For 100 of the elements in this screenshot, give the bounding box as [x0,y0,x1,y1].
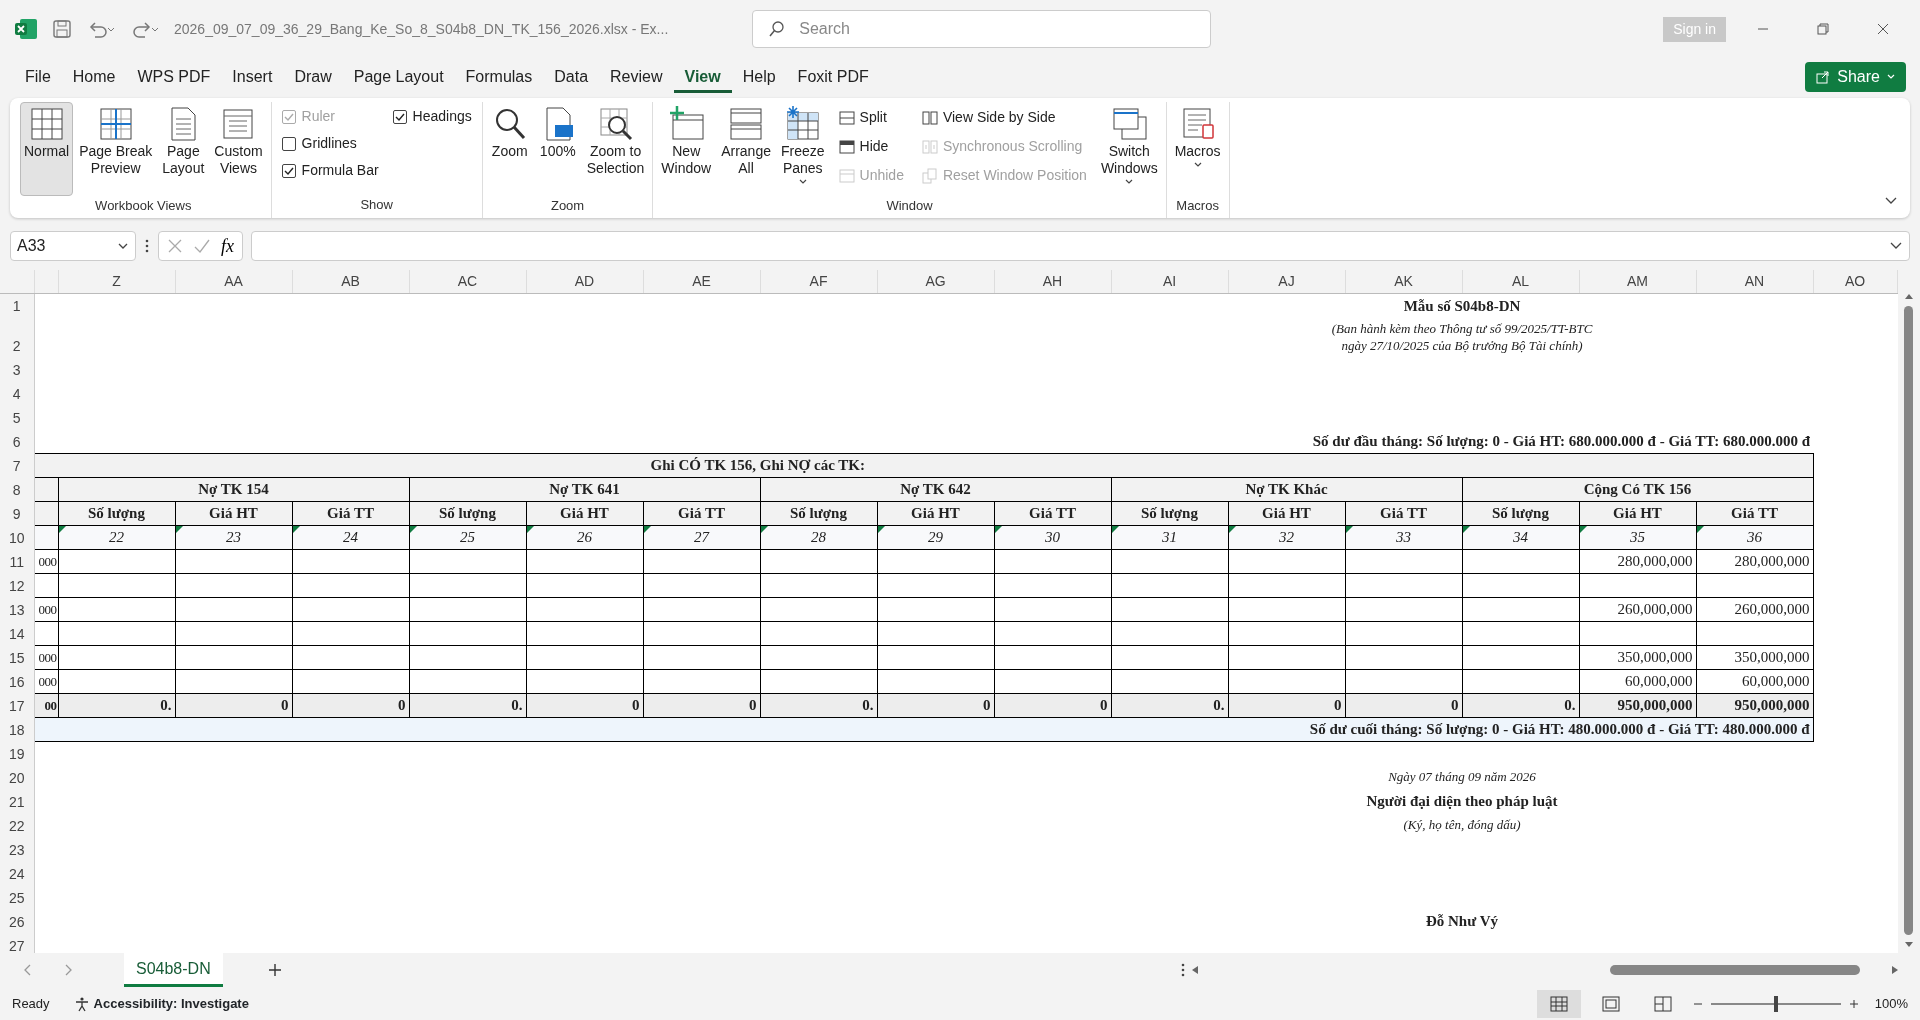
ribbon-button[interactable]: Zoom to Selection [582,102,649,196]
ribbon-button[interactable]: Custom Views [210,102,267,196]
error-indicator-icon[interactable] [1697,526,1704,533]
column-header[interactable]: AL [1462,270,1579,294]
column-header[interactable]: AJ [1228,270,1345,294]
ribbon-tab[interactable]: Data [543,61,600,93]
row-number[interactable]: 11 [0,549,34,574]
column-header[interactable]: AK [1345,270,1462,294]
ribbon-tab[interactable]: Page Layout [342,61,455,93]
scroll-down-icon[interactable] [1903,941,1914,949]
error-indicator-icon[interactable] [1112,526,1119,533]
ribbon-tab[interactable]: Home [61,61,127,93]
column-header[interactable]: AB [292,270,409,294]
row-number[interactable]: 26 [0,909,34,934]
add-sheet-icon[interactable] [266,962,283,978]
row-number[interactable]: 25 [0,885,34,910]
row-number[interactable]: 27 [0,933,34,953]
formula-field[interactable] [251,231,1910,261]
close-icon[interactable] [1875,21,1891,37]
share-button[interactable]: Share [1805,62,1906,92]
error-indicator-icon[interactable] [527,526,534,533]
row-number[interactable]: 2 [0,317,34,358]
ribbon-button[interactable]: Split [836,106,906,129]
zoom-in-icon[interactable] [1848,998,1859,1009]
scroll-right-icon[interactable] [1890,965,1900,975]
row-number[interactable]: 19 [0,741,34,766]
column-header[interactable]: AD [526,270,643,294]
error-indicator-icon[interactable] [1229,526,1236,533]
scroll-up-icon[interactable] [1903,292,1914,300]
ribbon-button[interactable]: Zoom [486,102,533,196]
ribbon-tab[interactable]: Insert [221,61,284,93]
ribbon-button[interactable]: Normal [20,102,74,196]
row-number[interactable]: 4 [0,381,34,406]
insert-function-button[interactable]: fx [221,232,234,260]
row-number[interactable]: 23 [0,837,34,862]
column-header[interactable]: AF [760,270,877,294]
ribbon-button[interactable]: 100% [534,102,581,196]
sheet-tab[interactable]: S04b8-DN [124,953,223,987]
row-number[interactable]: 5 [0,405,34,430]
scrollbar-thumb[interactable] [1610,965,1860,975]
ribbon-tab[interactable]: Draw [283,61,343,93]
row-number[interactable]: 17 [0,693,34,718]
scroll-left-icon[interactable] [1190,965,1200,975]
row-number[interactable]: 21 [0,789,34,814]
row-number[interactable]: 18 [0,717,34,742]
column-header[interactable]: Z [58,270,175,294]
scrollbar-thumb[interactable] [1904,306,1914,935]
checkbox[interactable] [281,136,296,151]
ribbon-tab[interactable]: WPS PDF [126,61,222,93]
column-header[interactable]: AA [175,270,292,294]
column-header[interactable]: AH [994,270,1111,294]
ribbon-button[interactable]: Switch Windows [1096,102,1162,196]
row-number[interactable]: 14 [0,621,34,646]
error-indicator-icon[interactable] [293,526,300,533]
row-number[interactable]: 22 [0,813,34,838]
error-indicator-icon[interactable] [995,526,1002,533]
ribbon-button[interactable]: Freeze Panes [776,102,829,196]
view-button[interactable] [1536,989,1581,1018]
ribbon-tab[interactable]: Formulas [454,61,544,93]
row-number[interactable]: 3 [0,357,34,382]
column-header[interactable]: AG [877,270,994,294]
row-number[interactable]: 16 [0,669,34,694]
row-number[interactable]: 13 [0,597,34,622]
row-number[interactable]: 1 [0,293,34,318]
more-icon[interactable] [1180,962,1186,978]
error-indicator-icon[interactable] [761,526,768,533]
error-indicator-icon[interactable] [878,526,885,533]
ribbon-button[interactable]: New Window [657,102,716,196]
error-indicator-icon[interactable] [1463,526,1470,533]
ribbon-button[interactable]: Macros [1170,102,1225,196]
ribbon-button[interactable]: View Side by Side [919,106,1089,129]
checkbox[interactable] [392,109,407,124]
more-icon[interactable] [144,238,150,254]
checkbox[interactable] [281,163,296,178]
column-header[interactable]: AI [1111,270,1228,294]
ribbon-button[interactable]: Page Break Preview [75,102,157,196]
save-icon[interactable] [52,19,72,39]
column-header[interactable]: AO [1813,270,1897,294]
ribbon-button[interactable]: Hide [836,135,906,158]
row-number[interactable]: 6 [0,429,34,454]
accessibility-button[interactable]: Accessibility: Investigate [73,993,249,1014]
row-number[interactable]: 9 [0,501,34,526]
row-number[interactable]: 10 [0,525,34,550]
ribbon-tab[interactable]: File [14,61,62,93]
slider-thumb[interactable] [1773,995,1778,1012]
row-number[interactable]: 15 [0,645,34,670]
ribbon-tab[interactable]: Help [731,61,787,93]
row-number[interactable]: 24 [0,861,34,886]
error-indicator-icon[interactable] [644,526,651,533]
ribbon-tab[interactable]: Review [599,61,674,93]
error-indicator-icon[interactable] [1346,526,1353,533]
search-field[interactable]: Search [752,10,1212,48]
ribbon-tab[interactable]: View [673,61,732,93]
name-box[interactable]: A33 [10,231,136,261]
column-header[interactable]: AN [1696,270,1813,294]
ribbon-tab[interactable]: Foxit PDF [786,61,880,93]
error-indicator-icon[interactable] [59,526,66,533]
row-number[interactable]: 7 [0,453,34,478]
column-header[interactable]: AC [409,270,526,294]
row-number[interactable]: 20 [0,765,34,790]
